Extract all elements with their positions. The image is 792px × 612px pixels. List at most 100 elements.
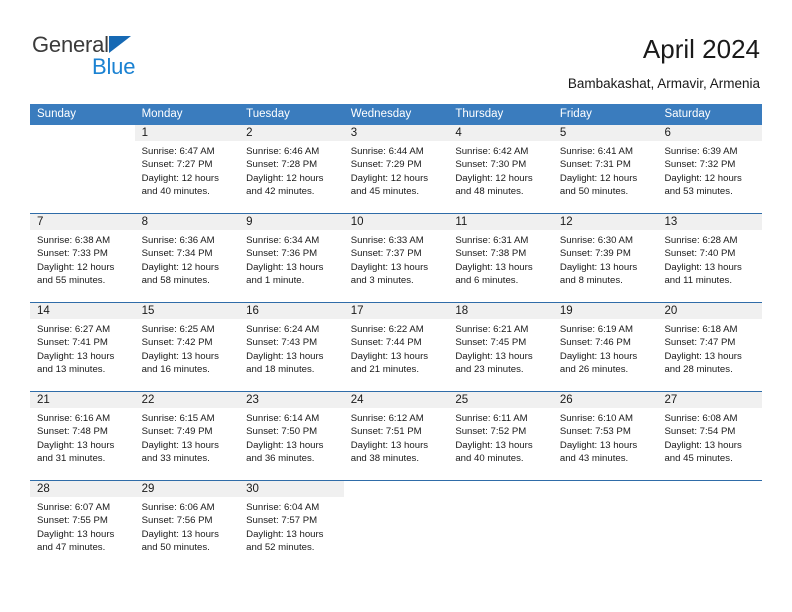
daylight-text-line1: Daylight: 13 hours — [350, 439, 429, 451]
calendar-week-cells: 7 Sunrise: 6:38 AM Sunset: 7:33 PM Daylight… — [30, 214, 763, 302]
day-number-band: 8 — [134, 214, 240, 230]
weekday-header-saturday: Saturday — [664, 108, 711, 120]
day-details: Sunrise: 6:25 AM Sunset: 7:42 PM Daylight:… — [135, 319, 240, 377]
day-number-band: 24 — [343, 392, 449, 408]
daylight-text-line2: and 50 minutes. — [141, 542, 210, 554]
daylight-text-line1: Daylight: 13 hours — [559, 261, 638, 273]
day-details: Sunrise: 6:27 AM Sunset: 7:41 PM Daylight:… — [30, 319, 135, 377]
calendar-day-cell[interactable]: 21 Sunrise: 6:16 AM Sunset: 7:48 PM Dayligh… — [30, 392, 135, 480]
calendar-day-cell[interactable]: 14 Sunrise: 6:27 AM Sunset: 7:41 PM Dayligh… — [30, 303, 135, 391]
calendar-day-cell[interactable]: 16 Sunrise: 6:24 AM Sunset: 7:43 PM Dayligh… — [239, 303, 344, 391]
day-number-band: 17 — [343, 303, 449, 319]
day-details: Sunrise: 6:12 AM Sunset: 7:51 PM Daylight:… — [344, 408, 449, 466]
day-details: Sunrise: 6:30 AM Sunset: 7:39 PM Daylight:… — [553, 230, 658, 288]
calendar-day-cell[interactable]: 23 Sunrise: 6:14 AM Sunset: 7:50 PM Dayligh… — [239, 392, 344, 480]
sunset-text: Sunset: 7:41 PM — [37, 337, 108, 349]
calendar-week-row: 7 Sunrise: 6:38 AM Sunset: 7:33 PM Daylight… — [30, 213, 763, 302]
calendar-day-cell[interactable]: 10 Sunrise: 6:33 AM Sunset: 7:37 PM Dayligh… — [343, 214, 449, 302]
day-details: Sunrise: 6:28 AM Sunset: 7:40 PM Daylight:… — [657, 230, 762, 288]
calendar-day-cell[interactable]: 29 Sunrise: 6:06 AM Sunset: 7:56 PM Dayligh… — [134, 481, 240, 569]
calendar-day-cell[interactable]: 24 Sunrise: 6:12 AM Sunset: 7:51 PM Dayligh… — [343, 392, 449, 480]
daylight-text-line1: Daylight: 13 hours — [37, 350, 115, 362]
day-number: 28 — [37, 483, 50, 495]
calendar-day-cell[interactable]: 2 Sunrise: 6:46 AM Sunset: 7:28 PM Daylight… — [239, 125, 344, 213]
calendar-day-cell[interactable]: 1 Sunrise: 6:47 AM Sunset: 7:27 PM Daylight… — [134, 125, 240, 213]
day-number: 21 — [37, 394, 50, 406]
calendar-day-cell[interactable]: 12 Sunrise: 6:30 AM Sunset: 7:39 PM Dayligh… — [552, 214, 658, 302]
day-number-band: 1 — [134, 125, 240, 141]
day-number-band: 5 — [552, 125, 658, 141]
calendar-day-cell[interactable]: 30 Sunrise: 6:04 AM Sunset: 7:57 PM Dayligh… — [239, 481, 344, 569]
day-number-band: 26 — [552, 392, 658, 408]
day-details: Sunrise: 6:36 AM Sunset: 7:34 PM Daylight:… — [135, 230, 240, 288]
daylight-text-line2: and 40 minutes. — [455, 453, 524, 465]
sunrise-text: Sunrise: 6:24 AM — [246, 324, 320, 335]
calendar-day-cell[interactable]: 7 Sunrise: 6:38 AM Sunset: 7:33 PM Daylight… — [30, 214, 135, 302]
daylight-text-line2: and 3 minutes. — [350, 275, 414, 287]
calendar-day-cell[interactable]: 8 Sunrise: 6:36 AM Sunset: 7:34 PM Daylight… — [134, 214, 240, 302]
page-subtitle: Bambakashat, Armavir, Armenia — [567, 76, 760, 91]
daylight-text-line2: and 45 minutes. — [664, 453, 733, 465]
sunset-text: Sunset: 7:31 PM — [559, 159, 631, 171]
daylight-text-line1: Daylight: 13 hours — [664, 261, 742, 273]
sunrise-text: Sunrise: 6:44 AM — [350, 146, 424, 157]
calendar-day-cell[interactable]: 3 Sunrise: 6:44 AM Sunset: 7:29 PM Daylight… — [343, 125, 449, 213]
day-details — [553, 497, 658, 501]
daylight-text-line2: and 23 minutes. — [455, 364, 524, 376]
daylight-text-line1: Daylight: 12 hours — [350, 172, 429, 184]
daylight-text-line2: and 13 minutes. — [37, 364, 106, 376]
sunrise-text: Sunrise: 6:19 AM — [559, 324, 633, 335]
daylight-text-line1: Daylight: 13 hours — [350, 261, 429, 273]
calendar-day-cell[interactable]: 19 Sunrise: 6:19 AM Sunset: 7:46 PM Dayligh… — [552, 303, 658, 391]
daylight-text-line2: and 31 minutes. — [37, 453, 106, 465]
daylight-text-line1: Daylight: 12 hours — [559, 172, 638, 184]
day-details: Sunrise: 6:21 AM Sunset: 7:45 PM Daylight:… — [448, 319, 553, 377]
daylight-text-line1: Daylight: 13 hours — [246, 439, 324, 451]
calendar-day-cell[interactable]: 11 Sunrise: 6:31 AM Sunset: 7:38 PM Dayligh… — [448, 214, 553, 302]
day-details: Sunrise: 6:18 AM Sunset: 7:47 PM Daylight:… — [657, 319, 762, 377]
sunset-text: Sunset: 7:39 PM — [559, 248, 631, 260]
day-number: 12 — [559, 216, 573, 228]
daylight-text-line1: Daylight: 12 hours — [246, 172, 324, 184]
calendar-day-cell[interactable]: 5 Sunrise: 6:41 AM Sunset: 7:31 PM Daylight… — [552, 125, 658, 213]
day-details: Sunrise: 6:04 AM Sunset: 7:57 PM Daylight:… — [239, 497, 344, 555]
calendar-day-cell[interactable]: 6 Sunrise: 6:39 AM Sunset: 7:32 PM Daylight… — [657, 125, 763, 213]
sunrise-text: Sunrise: 6:08 AM — [664, 413, 738, 424]
day-number-band: 11 — [448, 214, 553, 230]
day-number-band: 19 — [552, 303, 658, 319]
day-number: 18 — [455, 305, 469, 317]
sunset-text: Sunset: 7:28 PM — [246, 159, 318, 171]
calendar-day-cell[interactable]: 28 Sunrise: 6:07 AM Sunset: 7:55 PM Dayligh… — [30, 481, 135, 569]
calendar-day-cell[interactable]: 20 Sunrise: 6:18 AM Sunset: 7:47 PM Dayligh… — [657, 303, 763, 391]
calendar-day-cell[interactable]: 26 Sunrise: 6:10 AM Sunset: 7:53 PM Dayligh… — [552, 392, 658, 480]
day-number: 10 — [350, 216, 364, 228]
sunrise-text: Sunrise: 6:12 AM — [350, 413, 424, 424]
sunset-text: Sunset: 7:38 PM — [455, 248, 527, 260]
daylight-text-line2: and 38 minutes. — [350, 453, 420, 465]
sunrise-text: Sunrise: 6:47 AM — [141, 146, 215, 157]
day-details: Sunrise: 6:31 AM Sunset: 7:38 PM Daylight:… — [448, 230, 553, 288]
calendar-week-cells: 28 Sunrise: 6:07 AM Sunset: 7:55 PM Dayligh… — [30, 481, 763, 569]
day-number-band: 16 — [239, 303, 344, 319]
general-blue-logo[interactable]: General Blue — [32, 32, 232, 84]
day-number: 2 — [246, 127, 253, 139]
daylight-text-line2: and 33 minutes. — [141, 453, 210, 465]
calendar-day-cell[interactable]: 15 Sunrise: 6:25 AM Sunset: 7:42 PM Dayligh… — [134, 303, 240, 391]
day-number: 11 — [455, 216, 468, 228]
calendar-day-cell[interactable]: 27 Sunrise: 6:08 AM Sunset: 7:54 PM Dayligh… — [657, 392, 763, 480]
calendar-day-cell[interactable]: 13 Sunrise: 6:28 AM Sunset: 7:40 PM Dayligh… — [657, 214, 763, 302]
calendar-page: General Blue April 2024 Bambakashat, Arm… — [0, 0, 792, 612]
calendar-day-cell[interactable]: 25 Sunrise: 6:11 AM Sunset: 7:52 PM Dayligh… — [448, 392, 553, 480]
sunrise-text: Sunrise: 6:18 AM — [664, 324, 738, 335]
calendar-day-cell[interactable]: 22 Sunrise: 6:15 AM Sunset: 7:49 PM Dayligh… — [134, 392, 240, 480]
sunset-text: Sunset: 7:32 PM — [664, 159, 736, 171]
calendar-day-cell[interactable]: 18 Sunrise: 6:21 AM Sunset: 7:45 PM Dayligh… — [448, 303, 553, 391]
day-number: 16 — [246, 305, 259, 317]
calendar-day-cell[interactable]: 17 Sunrise: 6:22 AM Sunset: 7:44 PM Dayligh… — [343, 303, 449, 391]
day-number-band: 12 — [552, 214, 658, 230]
calendar-day-cell[interactable]: 9 Sunrise: 6:34 AM Sunset: 7:36 PM Daylight… — [239, 214, 344, 302]
day-number: 5 — [559, 127, 567, 139]
calendar-day-cell[interactable]: 4 Sunrise: 6:42 AM Sunset: 7:30 PM Daylight… — [448, 125, 553, 213]
day-number-band — [344, 481, 449, 497]
day-details: Sunrise: 6:11 AM Sunset: 7:52 PM Daylight:… — [448, 408, 553, 466]
